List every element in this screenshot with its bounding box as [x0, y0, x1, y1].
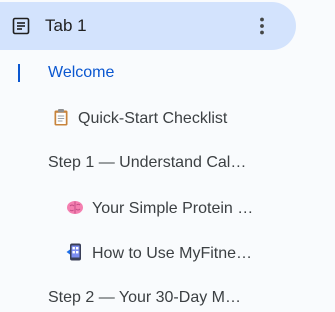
outline-item-welcome[interactable]: Welcome [48, 63, 288, 83]
outline-item-label: How to Use MyFitne… [92, 245, 253, 262]
outline-item-how-to-use-myfitness[interactable]: How to Use MyFitne… [66, 243, 271, 264]
document-icon [12, 17, 30, 35]
clipboard-icon [54, 109, 68, 126]
tab-title: Tab 1 [45, 16, 87, 35]
document-tabs-outline-panel: Tab 1 Welcome Quick-Start Checklist Step… [0, 0, 335, 312]
outline-item-simple-protein[interactable]: Your Simple Protein … [66, 198, 276, 219]
outline-item-step-1[interactable]: Step 1 — Understand Cal… [48, 153, 273, 173]
outline-item-label: Welcome [48, 64, 115, 81]
more-vert-icon[interactable] [250, 14, 274, 38]
outline-item-label: Step 1 — Understand Cal… [48, 154, 247, 171]
active-outline-indicator [18, 64, 20, 82]
tab-1[interactable]: Tab 1 [0, 2, 296, 50]
outline-item-label: Your Simple Protein … [92, 200, 254, 217]
brain-icon [67, 201, 83, 214]
outline-item-quick-start-checklist[interactable]: Quick-Start Checklist [52, 108, 292, 129]
outline-item-label: Step 2 — Your 30-Day M… [48, 289, 241, 306]
outline-item-step-2[interactable]: Step 2 — Your 30-Day M… [48, 288, 273, 308]
phone-icon [66, 243, 81, 261]
outline-item-label: Quick-Start Checklist [78, 110, 228, 127]
